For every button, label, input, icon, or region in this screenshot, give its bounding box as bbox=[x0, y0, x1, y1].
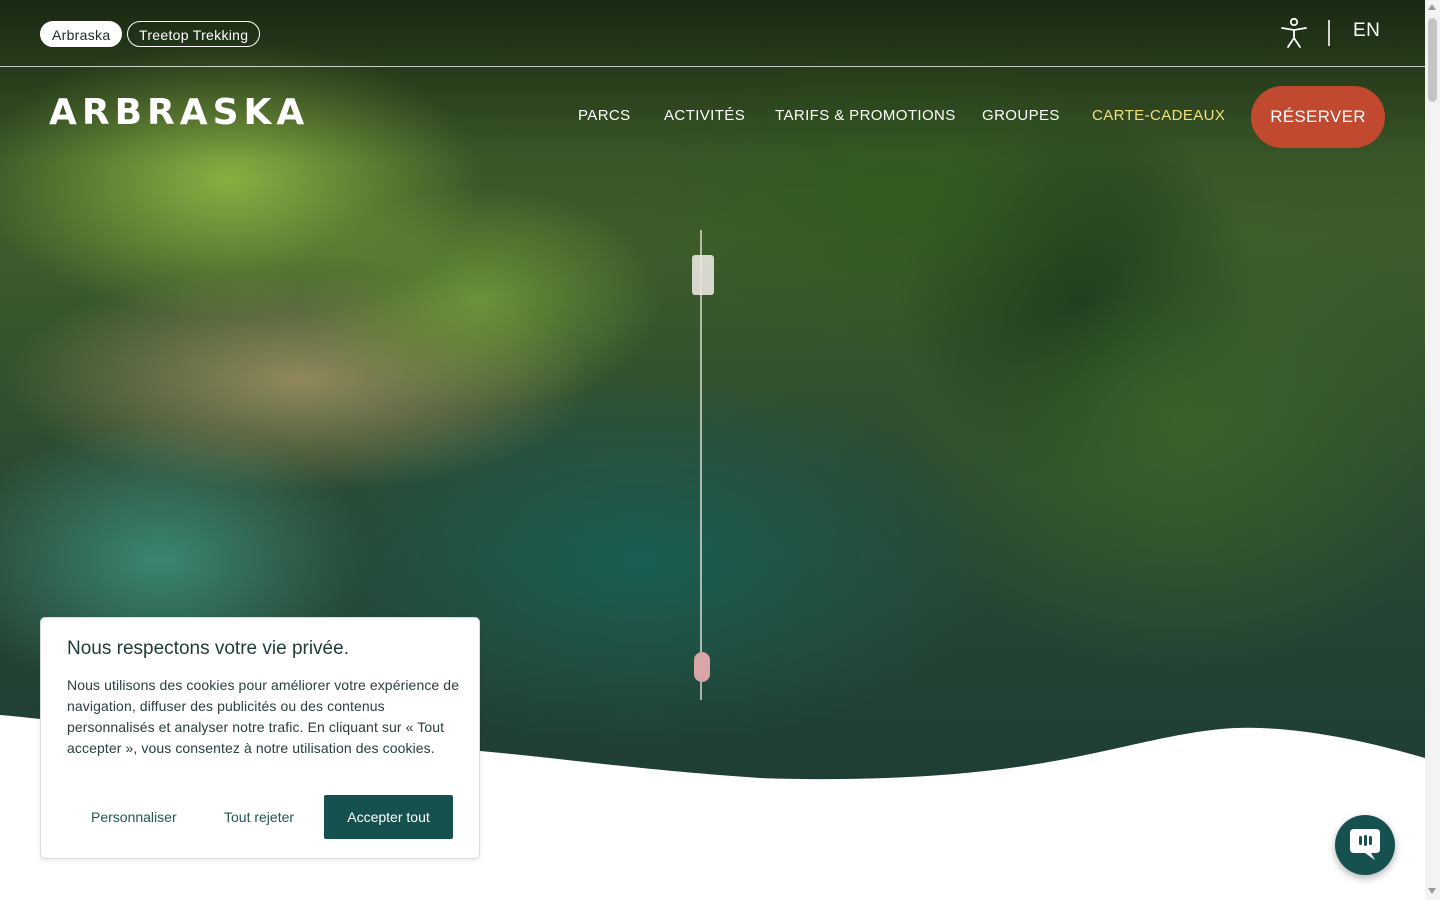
zipline-platform bbox=[692, 255, 714, 295]
nav-item-groupes[interactable]: GROUPES bbox=[982, 107, 1060, 124]
reserve-button[interactable]: RÉSERVER bbox=[1251, 86, 1385, 148]
scroll-up-icon[interactable] bbox=[1428, 4, 1436, 10]
scrollbar-thumb[interactable] bbox=[1428, 18, 1437, 102]
nav-item-activites[interactable]: ACTIVITÉS bbox=[664, 107, 745, 124]
cookie-accept-button[interactable]: Accepter tout bbox=[324, 795, 453, 839]
language-switch[interactable]: EN bbox=[1353, 20, 1380, 42]
brand-pill-arbraska[interactable]: Arbraska bbox=[40, 21, 123, 47]
nav-item-carte-cadeaux[interactable]: CARTE-CADEAUX bbox=[1092, 107, 1225, 124]
brand-pill-treetop-trekking[interactable]: Treetop Trekking bbox=[127, 21, 261, 47]
top-utility-bar: Arbraska Treetop Trekking EN bbox=[0, 0, 1425, 67]
chat-widget-button[interactable] bbox=[1335, 815, 1395, 875]
topbar-divider bbox=[1328, 20, 1330, 46]
cookie-customize-button[interactable]: Personnaliser bbox=[91, 809, 177, 825]
cookie-description: Nous utilisons des cookies pour améliore… bbox=[67, 677, 460, 756]
scroll-down-icon[interactable] bbox=[1428, 888, 1436, 894]
accessibility-icon[interactable] bbox=[1279, 17, 1309, 49]
zipline-rider bbox=[694, 652, 710, 682]
nav-item-parcs[interactable]: PARCS bbox=[578, 107, 631, 124]
page-scrollbar[interactable] bbox=[1425, 0, 1440, 900]
arbraska-logo[interactable]: ARBRASKA bbox=[49, 92, 309, 133]
nav-item-tarifs-promotions[interactable]: TARIFS & PROMOTIONS bbox=[775, 107, 956, 124]
cookie-consent-banner: Nous respectons votre vie privée. Nous u… bbox=[40, 617, 480, 859]
chat-bubble-icon bbox=[1350, 829, 1380, 860]
cookie-title: Nous respectons votre vie privée. bbox=[67, 638, 349, 659]
zipline-cable bbox=[700, 230, 702, 700]
cookie-reject-button[interactable]: Tout rejeter bbox=[224, 809, 294, 825]
